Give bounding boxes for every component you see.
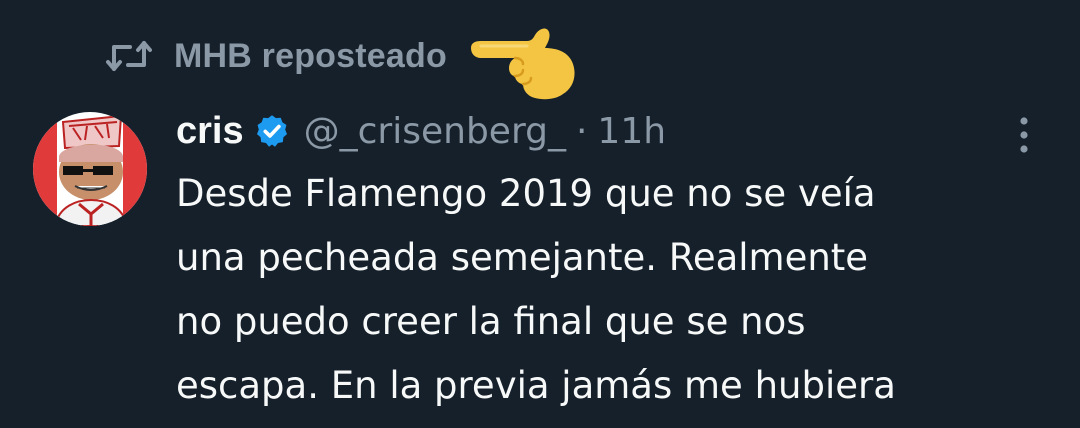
author-handle[interactable]: @_crisenberg_ [304,111,566,152]
tweet-header: cris @_crisenberg_ · 11h [176,104,666,158]
author-name[interactable]: cris [176,110,244,153]
pointing-hand-icon [470,28,575,100]
tweet-timestamp[interactable]: 11h [597,111,666,152]
tweet-text-line: escapa. En la previa jamás me hubiera [176,364,896,407]
tweet-text: Desde Flamengo 2019 que no se veía una p… [176,162,1036,418]
repost-context[interactable]: MHB reposteado [106,28,579,100]
tweet-text-line: una pecheada semejante. Realmente [176,236,869,279]
separator-dot: · [575,110,588,152]
tweet-text-line: no puedo creer la final que se nos [176,300,806,343]
avatar[interactable] [33,112,147,226]
repost-label[interactable]: MHB reposteado [174,37,447,76]
avatar-image [33,112,147,226]
repost-icon [106,41,152,71]
verified-badge-icon [256,115,287,147]
tweet-text-line: Desde Flamengo 2019 que no se veía [176,172,876,215]
more-vertical-icon[interactable] [1012,114,1036,156]
